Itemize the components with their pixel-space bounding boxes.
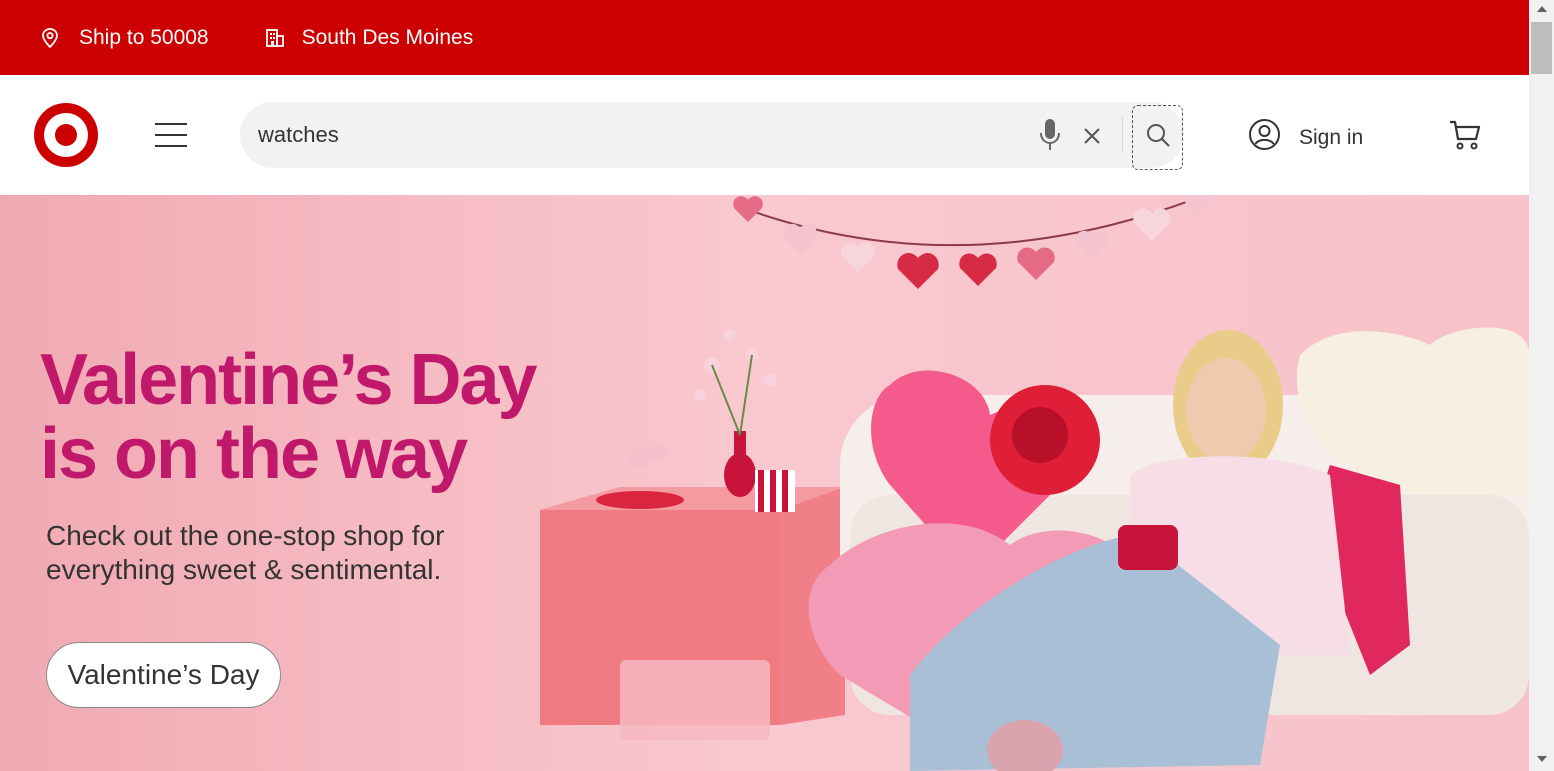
scrollbar-thumb[interactable]	[1531, 22, 1552, 74]
sign-in-button[interactable]: Sign in	[1248, 118, 1363, 157]
hamburger-menu-icon[interactable]	[155, 123, 187, 147]
search-divider	[1122, 117, 1123, 153]
hero-headline: Valentine’s Day is on the way	[40, 340, 538, 494]
close-icon[interactable]	[1080, 124, 1104, 148]
hero-headline-line1: Valentine’s Day	[40, 340, 538, 420]
hero-headline-line2: is on the way	[40, 414, 468, 494]
valentines-day-button[interactable]: Valentine’s Day	[46, 642, 281, 708]
search-input[interactable]	[258, 102, 1018, 168]
hero-banner[interactable]: Valentine’s Day is on the way Check out …	[0, 195, 1529, 771]
top-bar: Ship to 50008 South Des Moines	[0, 0, 1529, 75]
sign-in-label: Sign in	[1299, 125, 1364, 149]
ship-to-button[interactable]: Ship to 50008	[40, 0, 209, 75]
target-logo[interactable]	[34, 103, 98, 167]
scrollbar[interactable]	[1529, 0, 1554, 771]
page: Ship to 50008 South Des Moines watches S…	[0, 0, 1554, 771]
search-icon	[1145, 122, 1171, 153]
search-button[interactable]	[1132, 105, 1183, 170]
header: Sign in	[0, 75, 1529, 195]
account-icon	[1248, 118, 1281, 157]
store-button[interactable]: South Des Moines	[264, 0, 474, 75]
store-icon	[264, 27, 286, 49]
microphone-icon[interactable]	[1037, 118, 1063, 152]
hero-subtext: Check out the one-stop shop for everythi…	[46, 520, 445, 585]
scroll-down-arrow-icon[interactable]	[1537, 756, 1547, 762]
search-bar	[240, 102, 1184, 170]
cart-icon[interactable]	[1448, 119, 1482, 151]
store-label: South Des Moines	[301, 25, 474, 49]
scroll-up-arrow-icon[interactable]	[1537, 6, 1547, 12]
ship-to-label: Ship to 50008	[79, 25, 209, 49]
location-pin-icon	[40, 27, 60, 49]
